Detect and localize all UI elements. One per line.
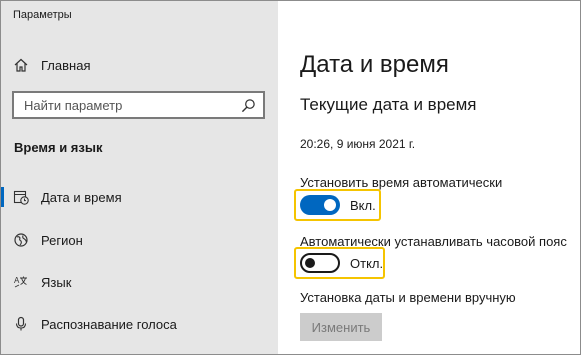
sidebar: Параметры Главная Найти параметр Время и…: [1, 1, 278, 354]
search-icon[interactable]: [241, 98, 256, 113]
calendar-clock-icon: [13, 190, 29, 205]
sidebar-item-region[interactable]: Регион: [1, 226, 278, 254]
search-placeholder: Найти параметр: [24, 98, 123, 113]
change-button[interactable]: Изменить: [300, 313, 382, 341]
sidebar-item-label: Главная: [41, 58, 91, 73]
auto-time-toggle[interactable]: [300, 195, 340, 215]
auto-timezone-toggle[interactable]: [300, 253, 340, 273]
auto-timezone-setting: Откл.: [300, 253, 383, 273]
toggle-state-label: Откл.: [350, 255, 384, 271]
page-title: Дата и время: [300, 51, 449, 78]
home-icon: [14, 58, 28, 72]
window-title: Параметры: [13, 9, 72, 21]
toggle-knob: [324, 199, 336, 211]
sidebar-item-language[interactable]: A Язык: [1, 268, 278, 296]
auto-time-label: Установить время автоматически: [300, 175, 503, 190]
sidebar-item-label: Распознавание голоса: [41, 317, 177, 332]
language-icon: A: [14, 276, 27, 288]
section-heading: Текущие дата и время: [300, 95, 477, 114]
sidebar-item-label: Регион: [41, 233, 83, 248]
sidebar-item-label: Язык: [41, 275, 72, 290]
sidebar-item-label: Дата и время: [41, 190, 122, 205]
sidebar-item-speech[interactable]: Распознавание голоса: [1, 310, 278, 338]
sidebar-item-date-time[interactable]: Дата и время: [1, 183, 278, 211]
microphone-icon: [15, 316, 27, 331]
current-datetime: 20:26, 9 июня 2021 г.: [300, 137, 416, 151]
sidebar-item-home[interactable]: Главная: [1, 53, 278, 77]
toggle-knob: [305, 258, 315, 268]
svg-text:A: A: [14, 276, 20, 285]
manual-datetime-label: Установка даты и времени вручную: [300, 290, 516, 305]
auto-time-setting: Вкл.: [300, 195, 376, 215]
section-title: Время и язык: [14, 140, 103, 155]
search-input[interactable]: Найти параметр: [12, 91, 265, 119]
settings-window: Параметры Главная Найти параметр Время и…: [0, 0, 581, 355]
toggle-state-label: Вкл.: [350, 197, 376, 213]
main-content: Дата и время Текущие дата и время 20:26,…: [278, 1, 580, 354]
globe-icon: [14, 233, 28, 247]
